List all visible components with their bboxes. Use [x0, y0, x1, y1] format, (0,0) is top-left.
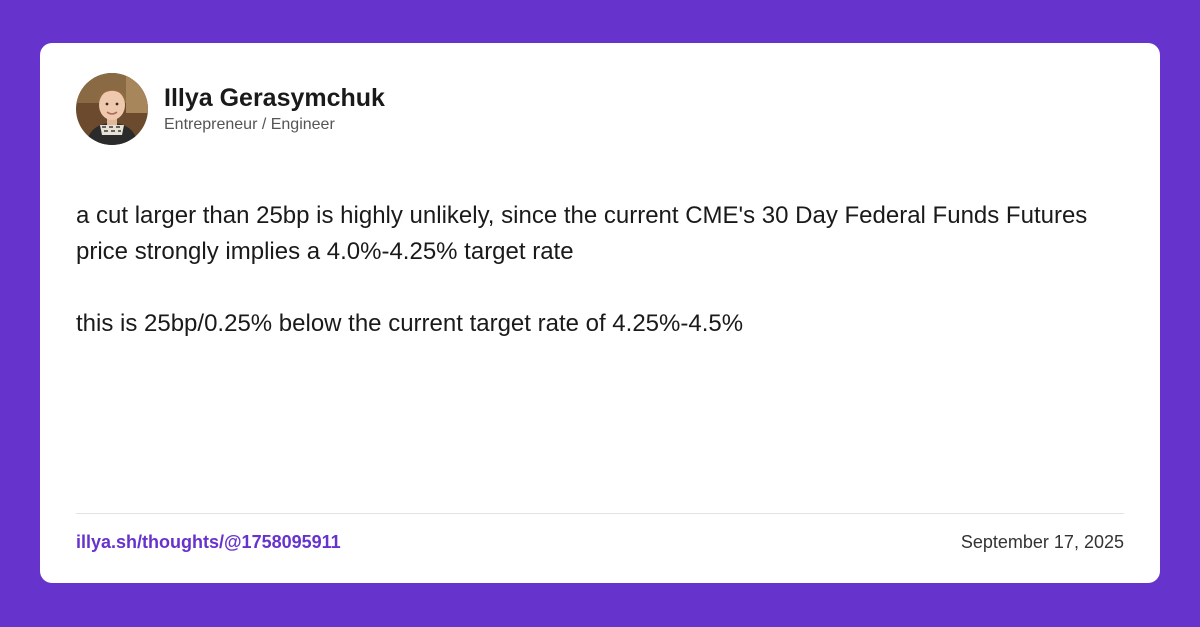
avatar: [76, 73, 148, 145]
author-identity: Illya Gerasymchuk Entrepreneur / Enginee…: [164, 83, 385, 136]
author-title: Entrepreneur / Engineer: [164, 115, 335, 133]
footer-divider: [76, 513, 1124, 514]
post-date: September 17, 2025: [960, 532, 1124, 552]
post-card: Illya Gerasymchuk Entrepreneur / Enginee…: [40, 43, 1160, 583]
permalink[interactable]: illya.sh/thoughts/@1758095911: [76, 531, 341, 553]
author-name: Illya Gerasymchuk: [164, 83, 385, 112]
post-paragraph: a cut larger than 25bp is highly unlikel…: [76, 202, 1088, 265]
avatar-photo-icon: [76, 73, 148, 145]
author-header: Illya Gerasymchuk Entrepreneur / Enginee…: [76, 73, 385, 145]
post-paragraph: this is 25bp/0.25% below the current tar…: [76, 310, 744, 337]
post-body: a cut larger than 25bp is highly unlikel…: [76, 198, 1116, 342]
